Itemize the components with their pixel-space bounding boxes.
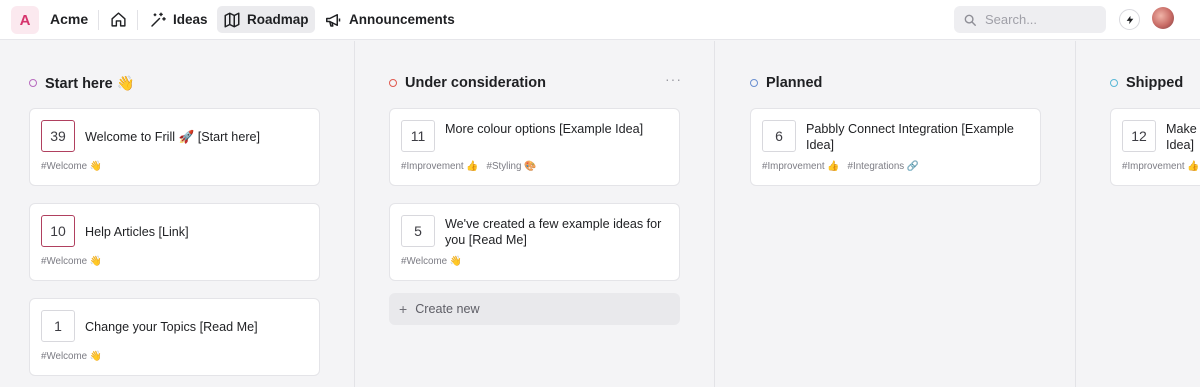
nav-roadmap[interactable]: Roadmap — [217, 6, 315, 33]
column-shipped: Shipped 12 Make Idea] #Improvement 👍 — [1110, 41, 1200, 387]
nav-announcements-label: Announcements — [349, 12, 455, 27]
column-title: Planned — [766, 75, 823, 91]
idea-card[interactable]: 11 More colour options [Example Idea] #I… — [389, 108, 680, 186]
nav-announcements[interactable]: Announcements — [318, 6, 461, 33]
megaphone-icon — [326, 13, 341, 27]
brand-name[interactable]: Acme — [50, 11, 88, 27]
roadmap-board: Start here 👋 39 Welcome to Frill 🚀 [Star… — [0, 41, 1200, 387]
vote-button[interactable]: 10 — [41, 215, 75, 247]
topic-tag[interactable]: #Welcome 👋 — [401, 256, 462, 267]
vote-button[interactable]: 39 — [41, 120, 75, 152]
column-more-button[interactable]: ··· — [665, 71, 682, 87]
column-header: Planned — [750, 73, 822, 93]
idea-title: More colour options [Example Idea] — [445, 122, 644, 136]
vote-button[interactable]: 1 — [41, 310, 75, 342]
vote-button[interactable]: 12 — [1122, 120, 1156, 152]
topic-tag[interactable]: #Welcome 👋 — [41, 161, 102, 172]
notifications-button[interactable] — [1119, 9, 1140, 30]
search-icon — [964, 14, 976, 26]
topic-tag[interactable]: #Improvement 👍 — [762, 161, 840, 172]
column-header: Shipped — [1110, 73, 1183, 93]
idea-title: Make Idea] — [1166, 122, 1197, 152]
idea-title: We've created a few example ideas for yo… — [445, 217, 662, 247]
topic-tag[interactable]: #Improvement 👍 — [1122, 161, 1200, 172]
magic-wand-icon — [151, 12, 166, 27]
topic-tag[interactable]: #Welcome 👋 — [41, 351, 102, 362]
column-header: Under consideration — [389, 73, 546, 93]
vote-button[interactable]: 11 — [401, 120, 435, 152]
lightning-icon — [1126, 15, 1133, 24]
idea-card[interactable]: 10 Help Articles [Link] #Welcome 👋 — [29, 203, 320, 281]
user-avatar[interactable] — [1152, 7, 1174, 29]
vote-button[interactable]: 5 — [401, 215, 435, 247]
idea-title: Help Articles [Link] — [85, 225, 189, 239]
column-title: Under consideration — [405, 75, 546, 91]
idea-card[interactable]: 12 Make Idea] #Improvement 👍 — [1110, 108, 1200, 186]
app-logo[interactable]: A — [11, 6, 39, 34]
tag-list: #Improvement 👍 #Integrations 🔗 — [762, 161, 919, 172]
status-dot-icon — [1110, 79, 1118, 87]
create-new-button[interactable]: + Create new — [389, 293, 680, 325]
idea-title: Welcome to Frill 🚀 [Start here] — [85, 130, 261, 144]
idea-title: Change your Topics [Read Me] — [85, 320, 258, 334]
tag-list: #Welcome 👋 — [41, 256, 102, 267]
home-button[interactable] — [104, 6, 132, 33]
vote-button[interactable]: 6 — [762, 120, 796, 152]
nav-ideas[interactable]: Ideas — [143, 6, 214, 33]
status-dot-icon — [29, 79, 37, 87]
topic-tag[interactable]: #Styling 🎨 — [487, 161, 537, 172]
tag-list: #Improvement 👍 #Styling 🎨 — [401, 161, 536, 172]
tag-list: #Welcome 👋 — [401, 256, 462, 267]
top-navigation-bar: A Acme Ideas Roadmap Announcements — [0, 0, 1200, 40]
create-new-label: Create new — [415, 302, 480, 316]
plus-icon: + — [399, 301, 408, 317]
tag-list: #Improvement 👍 — [1122, 161, 1200, 172]
idea-card[interactable]: 39 Welcome to Frill 🚀 [Start here] #Welc… — [29, 108, 320, 186]
status-dot-icon — [389, 79, 397, 87]
idea-card[interactable]: 5 We've created a few example ideas for … — [389, 203, 680, 281]
map-icon — [224, 12, 240, 27]
search-input[interactable] — [985, 12, 1095, 27]
column-header: Start here 👋 — [29, 73, 135, 93]
search-box[interactable] — [954, 6, 1106, 33]
tag-list: #Welcome 👋 — [41, 351, 102, 362]
tag-list: #Welcome 👋 — [41, 161, 102, 172]
idea-card[interactable]: 1 Change your Topics [Read Me] #Welcome … — [29, 298, 320, 376]
column-title: Shipped — [1126, 75, 1184, 91]
column-under-consideration: Under consideration ··· 11 More colour o… — [389, 41, 719, 387]
divider — [137, 10, 138, 30]
divider — [98, 10, 99, 30]
idea-title: Pabbly Connect Integration [Example Idea… — [806, 122, 1014, 152]
topic-tag[interactable]: #Integrations 🔗 — [848, 161, 920, 172]
idea-card[interactable]: 6 Pabbly Connect Integration [Example Id… — [750, 108, 1041, 186]
topic-tag[interactable]: #Welcome 👋 — [41, 256, 102, 267]
column-planned: Planned 6 Pabbly Connect Integration [Ex… — [750, 41, 1080, 387]
column-title: Start here 👋 — [45, 75, 135, 92]
home-icon — [110, 12, 126, 27]
status-dot-icon — [750, 79, 758, 87]
nav-ideas-label: Ideas — [173, 12, 208, 27]
topic-tag[interactable]: #Improvement 👍 — [401, 161, 479, 172]
column-start-here: Start here 👋 39 Welcome to Frill 🚀 [Star… — [29, 41, 359, 387]
nav-roadmap-label: Roadmap — [247, 12, 309, 27]
